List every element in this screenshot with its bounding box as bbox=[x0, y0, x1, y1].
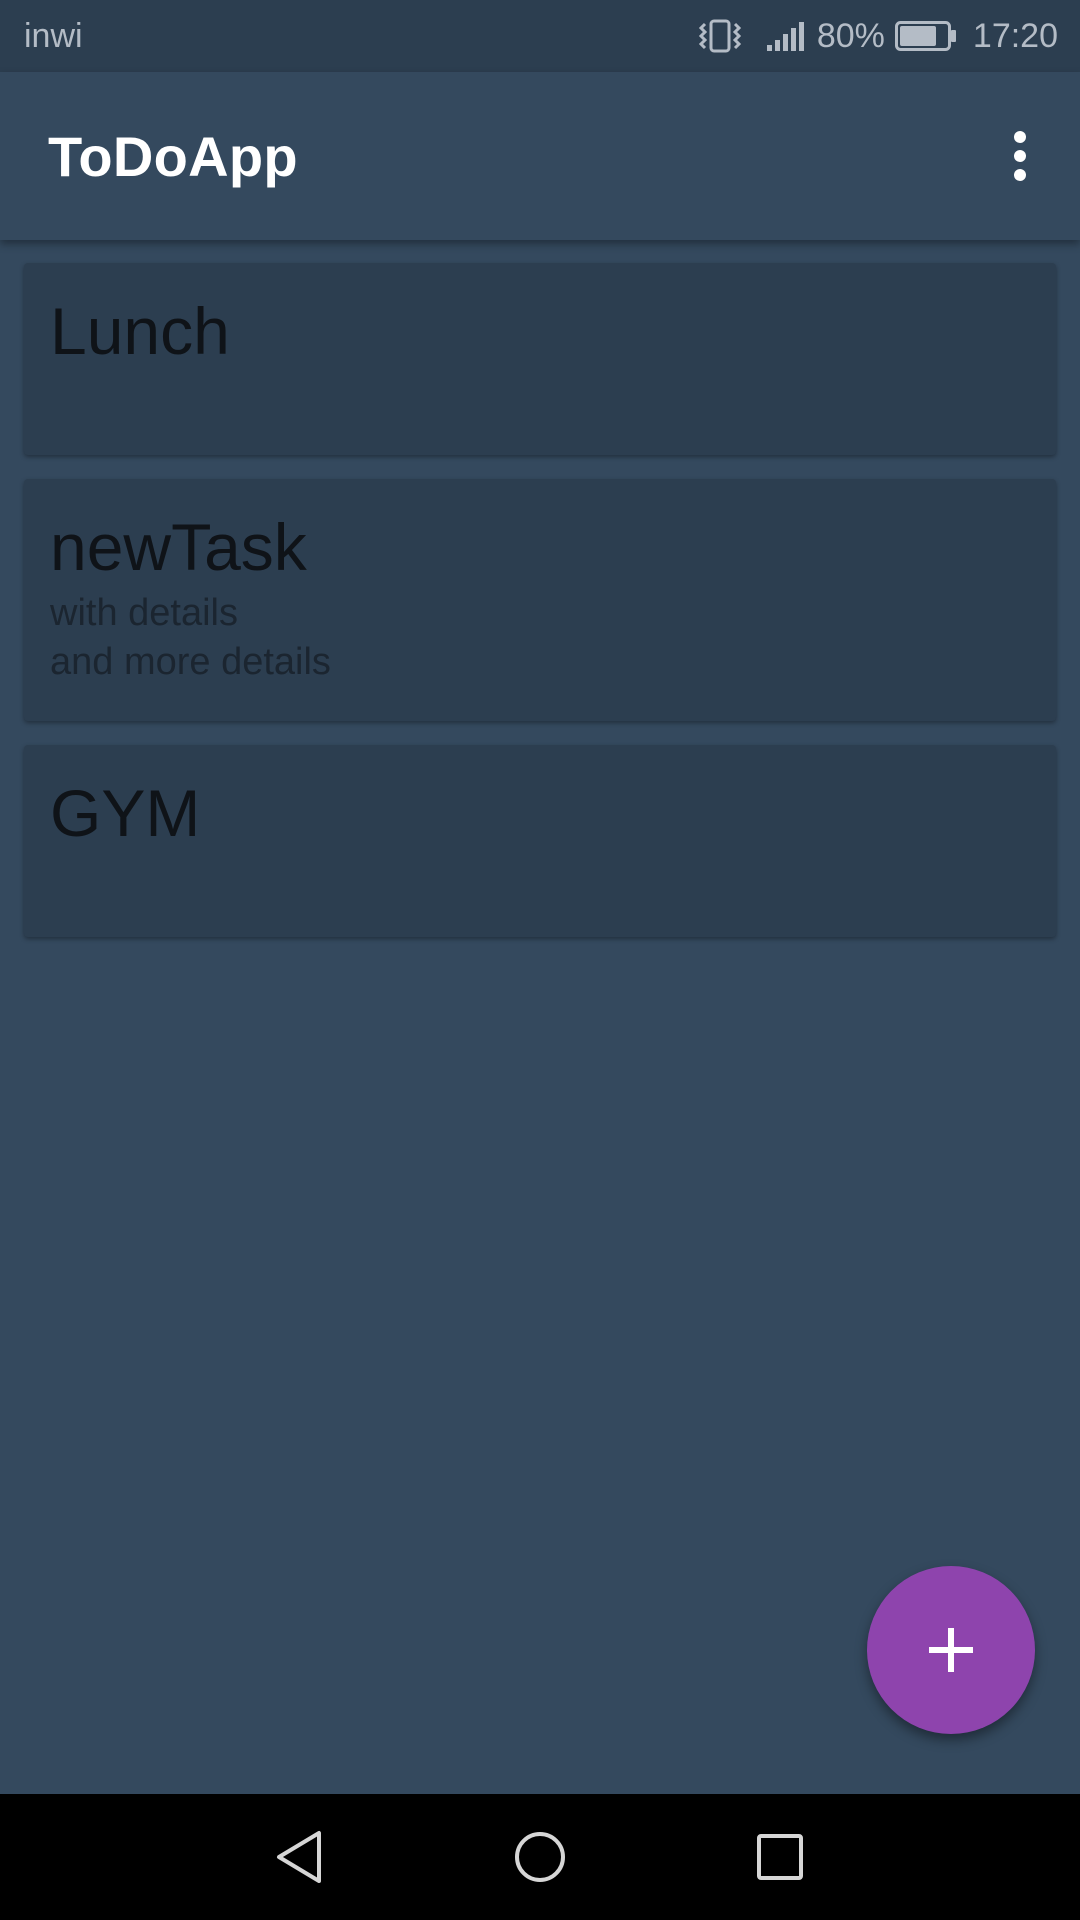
task-title: newTask bbox=[50, 510, 307, 584]
back-icon bbox=[277, 1831, 321, 1883]
task-title: Lunch bbox=[50, 294, 230, 368]
home-button[interactable] bbox=[420, 1794, 660, 1920]
task-details: with details and more details bbox=[50, 592, 331, 683]
task-card[interactable]: GYM bbox=[24, 745, 1056, 937]
task-card[interactable]: newTask with details and more details bbox=[24, 479, 1056, 721]
status-bar: inwi 80% 17:20 bbox=[0, 0, 1080, 72]
app-title: ToDoApp bbox=[48, 124, 298, 188]
battery-icon bbox=[894, 21, 957, 51]
vibrate-icon bbox=[697, 19, 743, 53]
recents-button[interactable] bbox=[660, 1794, 900, 1920]
more-vert-icon bbox=[1014, 131, 1026, 181]
carrier-name: inwi bbox=[24, 16, 83, 55]
clock: 17:20 bbox=[972, 16, 1058, 55]
task-list: Lunch newTask with details and more deta… bbox=[24, 263, 1056, 961]
add-icon bbox=[929, 1628, 973, 1672]
add-task-button[interactable] bbox=[867, 1566, 1035, 1734]
signal-icon bbox=[766, 21, 805, 51]
task-title: GYM bbox=[50, 776, 201, 850]
overflow-menu-button[interactable] bbox=[996, 116, 1044, 196]
home-icon bbox=[515, 1832, 565, 1882]
status-icons: 80% 17:20 bbox=[697, 17, 1058, 56]
recents-icon bbox=[757, 1834, 803, 1880]
back-button[interactable] bbox=[180, 1794, 420, 1920]
app-bar: ToDoApp bbox=[0, 72, 1080, 240]
task-card[interactable]: Lunch bbox=[24, 263, 1056, 455]
battery-percent: 80% bbox=[816, 16, 885, 55]
navigation-bar bbox=[0, 1794, 1080, 1920]
